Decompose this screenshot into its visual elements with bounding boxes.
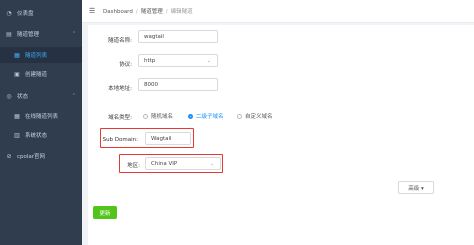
dashboard-icon: ◔ (6, 9, 12, 17)
radio-dot (237, 113, 242, 119)
chevron-down-icon: ⌄ (209, 160, 214, 167)
subdomain-input[interactable]: Wagtail (145, 132, 191, 145)
chevron-up-icon: ⌃ (71, 93, 76, 99)
radio-dot (143, 113, 148, 119)
subdomain-label: Sub Domain: (102, 137, 138, 143)
list-icon: ▦ (14, 51, 20, 59)
update-button[interactable]: 更新 (93, 206, 117, 219)
tunnel-name-input[interactable]: wagtail (138, 30, 218, 43)
radio-custom-domain[interactable]: 自定义域名 (237, 112, 273, 120)
breadcrumb: Dashboard / 隧道管理 / 编辑隧道 (103, 9, 193, 15)
local-address-label: 本地地址: (108, 86, 132, 92)
breadcrumb-current: 编辑隧道 (170, 9, 193, 15)
region-label: 地区: (127, 163, 140, 169)
menu-toggle-icon[interactable]: ☰ (89, 7, 95, 15)
top-bar: ☰ Dashboard / 隧道管理 / 编辑隧道 (82, 0, 474, 23)
region-select[interactable]: China VIP ⌄ (145, 157, 221, 170)
status-icon: ▥ (14, 131, 20, 139)
sidebar-item-online-tunnels[interactable]: ▦ 在线隧道列表 (0, 108, 82, 124)
breadcrumb-section[interactable]: 隧道管理 (141, 9, 163, 15)
breadcrumb-home[interactable]: Dashboard (103, 9, 133, 15)
sidebar-item-create-tunnel[interactable]: ▣ 创建隧道 (0, 66, 82, 82)
sidebar-item-system-status[interactable]: ▥ 系统状态 (0, 127, 82, 143)
local-address-input[interactable]: 8000 (138, 78, 218, 91)
link-icon: ⊘ (6, 152, 12, 160)
advanced-button[interactable]: 高级 ▾ (398, 181, 434, 194)
sidebar-item-tunnel-management[interactable]: ▤ 隧道管理 ⌃ (0, 26, 82, 42)
sidebar-item-tunnel-list[interactable]: ▦ 隧道列表 (0, 47, 82, 63)
tunnel-icon: ▤ (6, 30, 12, 38)
plus-icon: ▣ (14, 70, 20, 78)
protocol-select[interactable]: http ⌄ (138, 54, 218, 67)
chevron-down-icon: ⌄ (206, 57, 211, 64)
list-icon: ▦ (14, 112, 20, 120)
sidebar: ◔ 仪表盘 ▤ 隧道管理 ⌃ ▦ 隧道列表 ▣ 创建隧道 ◎ 状态 ⌃ ▦ 在线… (0, 0, 82, 245)
radio-dot (188, 113, 193, 119)
sidebar-item-status[interactable]: ◎ 状态 ⌃ (0, 88, 82, 104)
sidebar-item-cpolar-site[interactable]: ⊘ cpolar官网 (0, 148, 82, 164)
radio-random-domain[interactable]: 随机域名 (143, 112, 173, 120)
status-icon: ◎ (6, 92, 12, 100)
protocol-label: 协议: (119, 62, 132, 68)
sidebar-item-dashboard[interactable]: ◔ 仪表盘 (0, 5, 82, 21)
radio-subdomain[interactable]: 二级子域名 (188, 112, 224, 120)
domain-type-label: 域名类型: (108, 115, 132, 121)
tunnel-name-label: 隧道名称: (108, 38, 132, 44)
